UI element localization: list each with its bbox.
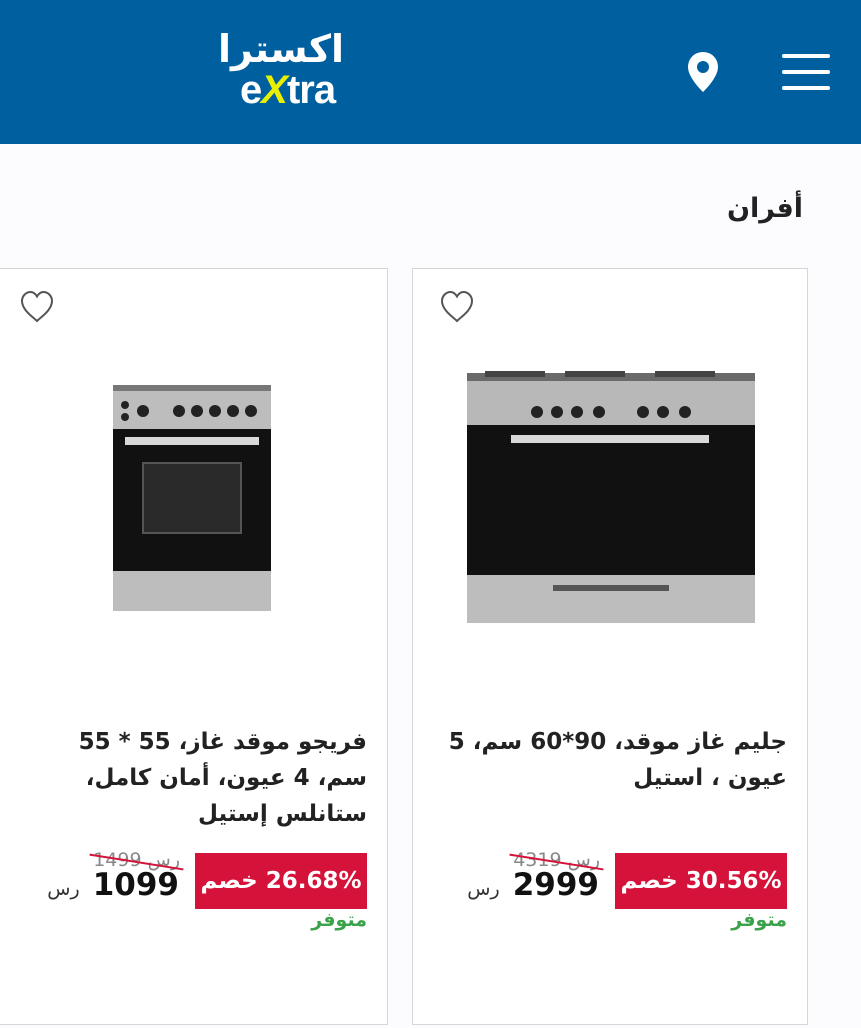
product-title[interactable]: فريجو موقد غاز، 55 * 55 سم، 4 عيون، أمان… [27, 724, 367, 832]
menu-line-middle [782, 70, 830, 74]
price-currency: رس [467, 878, 500, 900]
product-image-oven-90[interactable] [465, 369, 757, 629]
heart-icon[interactable] [439, 289, 475, 325]
current-price: 1099 رس [47, 867, 179, 903]
extra-logo[interactable]: اكسترا eXtra [214, 26, 354, 122]
section-title: أفران [726, 193, 803, 224]
logo-tra: tra [286, 68, 336, 112]
discount-badge: 26.68% خصم [195, 853, 367, 909]
price-value: 1099 [92, 867, 179, 903]
stock-status: متوفر [311, 909, 367, 931]
stock-status: متوفر [731, 909, 787, 931]
top-header: اكسترا eXtra [0, 0, 861, 144]
discount-badge: 30.56% خصم [615, 853, 787, 909]
product-card[interactable]: فريجو موقد غاز، 55 * 55 سم، 4 عيون، أمان… [0, 268, 388, 1025]
menu-line-bottom [782, 86, 830, 90]
logo-x: X [261, 68, 288, 112]
price-currency: رس [47, 878, 80, 900]
current-price: 2999 رس [467, 867, 599, 903]
logo-english-text: eXtra [240, 66, 336, 114]
menu-line-top [782, 54, 830, 58]
product-title[interactable]: جليم غاز موقد، 90*60 سم، 5 عيون ، استيل [447, 724, 787, 796]
location-pin-icon[interactable] [686, 50, 720, 94]
price-value: 2999 [512, 867, 599, 903]
product-card[interactable]: جليم غاز موقد، 90*60 سم، 5 عيون ، استيل … [412, 268, 808, 1025]
hamburger-menu-icon[interactable] [782, 52, 832, 92]
logo-e: e [240, 68, 262, 112]
heart-icon[interactable] [19, 289, 55, 325]
product-image-oven-55[interactable] [111, 383, 273, 617]
